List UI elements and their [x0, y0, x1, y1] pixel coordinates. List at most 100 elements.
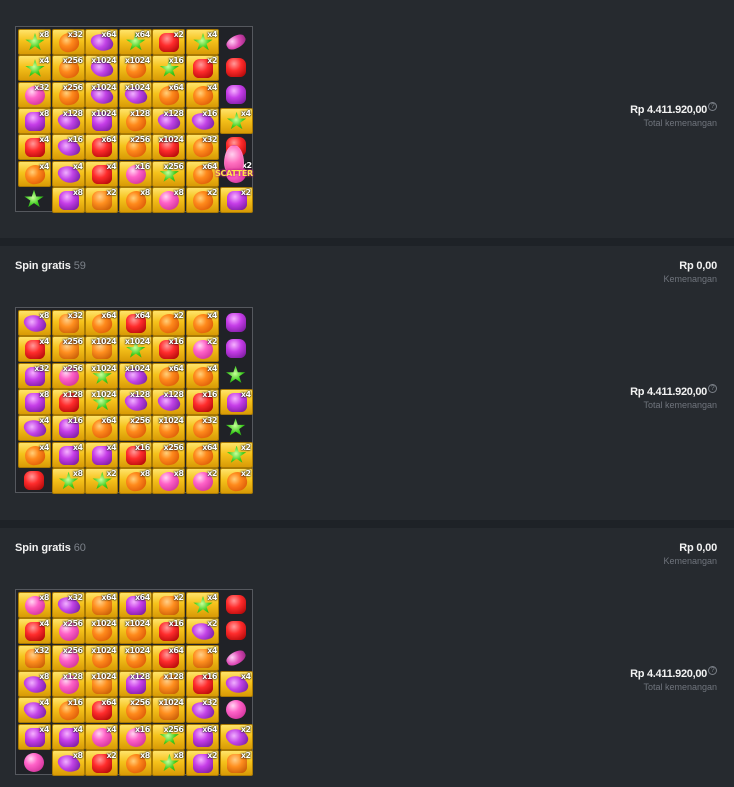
multiplier-label: x256 — [62, 619, 83, 629]
multiplier-label: x2 — [207, 468, 217, 478]
reel-cell: x8 — [118, 186, 152, 213]
reel-cell: x2 — [186, 186, 219, 213]
multiplier-label: x8 — [39, 593, 49, 602]
multiplier-label: x2 — [207, 619, 217, 629]
reel-cell: x128 — [152, 670, 186, 697]
reel-cell: x1024 — [152, 697, 186, 724]
help-icon[interactable]: ? — [708, 384, 717, 393]
spin-win-label: Kemenangan — [663, 556, 717, 566]
reel-cell: x32 — [186, 697, 219, 724]
multiplier-label: x2 — [240, 187, 251, 197]
reel-cell: x128 — [152, 388, 186, 416]
reel-cell — [220, 592, 253, 618]
reel-cell: x1024 — [118, 336, 152, 363]
reel-cell: x2 — [152, 29, 186, 55]
multiplier-label: x1024 — [91, 645, 117, 655]
reel-cell: x2 — [152, 310, 186, 336]
multiplier-label: x1024 — [91, 671, 117, 681]
reel-cell: x128 — [118, 388, 152, 416]
reel-cell: x256 — [51, 81, 85, 108]
help-icon[interactable]: ? — [708, 666, 717, 675]
multiplier-label: x16 — [67, 698, 83, 708]
reel-cell: x2 — [219, 467, 253, 494]
reel-cell: x4 — [18, 723, 51, 750]
reel-cell: x8 — [51, 186, 85, 213]
reel-cell: x128 — [118, 670, 152, 697]
multiplier-label: x64 — [168, 363, 184, 373]
reel-cell: x2 — [219, 749, 253, 776]
reel-cell: x256 — [51, 336, 85, 363]
reel-cell — [220, 645, 253, 671]
multiplier-label: x8 — [72, 187, 83, 197]
multiplier-label: x64 — [101, 698, 117, 708]
multiplier-label: x256 — [129, 135, 150, 145]
multiplier-label: x4 — [207, 645, 217, 655]
reel-cell: x128 — [152, 107, 186, 135]
bear-red-icon — [225, 58, 246, 78]
reel-cell: x4 — [85, 441, 119, 468]
reel-cell: x2 — [186, 467, 219, 494]
reel-cell: x4 — [18, 336, 51, 363]
multiplier-label: x256 — [163, 724, 184, 734]
multiplier-label: x128 — [129, 671, 150, 681]
bear-red-icon — [225, 595, 246, 614]
reel-cell: x16 — [186, 670, 219, 697]
candy-bean-icon — [223, 647, 248, 668]
multiplier-label: x16 — [168, 56, 184, 66]
multiplier-label: x2 — [106, 187, 117, 197]
reel-cell: x64 — [85, 697, 119, 724]
multiplier-label: x4 — [207, 30, 217, 39]
reel-cell: x2 — [186, 618, 219, 645]
scatter-label: SCATTER — [215, 169, 253, 178]
multiplier-label: x64 — [202, 724, 217, 734]
multiplier-label: x16 — [168, 337, 184, 347]
reel-cell: x32 — [18, 81, 51, 108]
multiplier-label: x2 — [207, 187, 217, 197]
reel-cell: x32 — [51, 592, 85, 619]
multiplier-label: x4 — [240, 108, 251, 118]
reel-cell: x4 — [18, 697, 51, 724]
multiplier-label: x1024 — [124, 619, 150, 629]
reel-cell: x1024 — [118, 55, 152, 82]
multiplier-label: x4 — [72, 724, 83, 734]
multiplier-label: x2 — [207, 750, 217, 760]
reel-cell — [18, 187, 51, 213]
multiplier-label: x1024 — [158, 135, 184, 145]
multiplier-label: x4 — [207, 82, 217, 92]
multiplier-label: x16 — [202, 389, 217, 399]
divider — [0, 238, 734, 246]
spin-title: Spin gratis 60 — [15, 542, 86, 554]
reel-cell: x1024 — [118, 644, 152, 671]
multiplier-label: x1024 — [124, 56, 150, 66]
multiplier-label: x8 — [39, 311, 49, 320]
total-win-label: Total kemenangan — [643, 682, 717, 692]
spin-win-label: Kemenangan — [663, 274, 717, 284]
help-icon[interactable]: ? — [708, 102, 717, 111]
multiplier-label: x32 — [202, 416, 217, 426]
multiplier-label: x128 — [129, 108, 150, 118]
reel-cell: x256 — [51, 644, 85, 671]
spin-win-amount: Rp 0,00 — [679, 542, 717, 554]
multiplier-label: x64 — [168, 645, 184, 655]
reel-cell: x4 — [219, 107, 253, 134]
spin-number: 59 — [73, 260, 86, 272]
reel-cell: x4 — [51, 723, 85, 750]
multiplier-label: x8 — [39, 30, 49, 39]
multiplier-label: x16 — [67, 416, 83, 426]
reel-grid: x8 x32 x64 x64 x2 x4 x4 x256 x1024 x1024 x16 x2 x32 x… — [15, 26, 253, 213]
multiplier-label: x16 — [135, 442, 150, 452]
reel-cell: x32 — [18, 644, 51, 671]
bear-purple-icon — [225, 313, 246, 332]
multiplier-label: x4 — [39, 135, 49, 145]
reel-cell: x8 — [152, 186, 186, 213]
reel-cell: x16 — [152, 55, 186, 82]
reel-cell — [220, 336, 253, 362]
reel-cell: x64 — [85, 310, 119, 336]
multiplier-label: x32 — [34, 645, 49, 655]
reel-cell: x256 — [152, 441, 186, 468]
reel-cell: x128 — [51, 107, 85, 135]
multiplier-label: x2 — [207, 337, 217, 347]
multiplier-label: x128 — [62, 108, 83, 118]
multiplier-label: x4 — [72, 442, 83, 452]
reel-cell: x4 — [85, 160, 119, 187]
